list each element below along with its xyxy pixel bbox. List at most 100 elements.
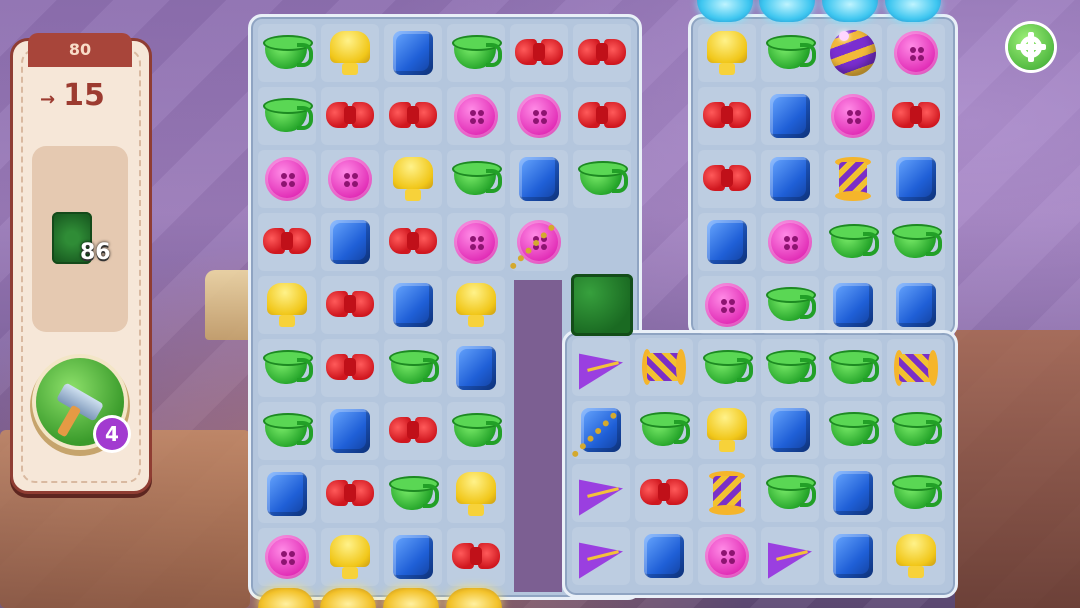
- left-board-cell[interactable]: [319, 85, 381, 147]
- green-cup-piece: [261, 90, 313, 142]
- right-board-cell[interactable]: [696, 211, 758, 273]
- bottom-board-cell[interactable]: [822, 399, 884, 461]
- right-board-cell[interactable]: [759, 274, 821, 336]
- left-board-cell[interactable]: [319, 526, 381, 588]
- right-board-cell[interactable]: [759, 148, 821, 210]
- right-board-cell[interactable]: [822, 211, 884, 273]
- left-board-cell[interactable]: [445, 274, 507, 336]
- settings-button[interactable]: [1008, 24, 1054, 70]
- green-cup-piece: [576, 153, 628, 205]
- right-board-cell[interactable]: [759, 211, 821, 273]
- right-board-cell[interactable]: [696, 85, 758, 147]
- left-board-cell[interactable]: [445, 337, 507, 399]
- right-board-cell[interactable]: [759, 22, 821, 84]
- drop-collector-2: [320, 588, 376, 608]
- green-cup-piece: [261, 405, 313, 457]
- left-board-cell[interactable]: [382, 148, 444, 210]
- left-board-cell[interactable]: [508, 148, 570, 210]
- right-board-cell[interactable]: [696, 148, 758, 210]
- left-board-cell[interactable]: [571, 85, 633, 147]
- bottom-board-cell[interactable]: [759, 525, 821, 587]
- left-board-cell[interactable]: [382, 400, 444, 462]
- bottom-board-cell[interactable]: [633, 462, 695, 524]
- bottom-board-cell[interactable]: [633, 525, 695, 587]
- left-board-cell[interactable]: [319, 211, 381, 273]
- left-board-cell[interactable]: [256, 274, 318, 336]
- right-board-cell[interactable]: [885, 85, 947, 147]
- right-board-cell[interactable]: [822, 22, 884, 84]
- left-board-cell[interactable]: [508, 211, 599, 313]
- green-cup-piece: [387, 468, 439, 520]
- left-board-cell[interactable]: [382, 463, 444, 525]
- left-board-cell[interactable]: [508, 85, 570, 147]
- right-board-cell[interactable]: [759, 85, 821, 147]
- moves-counter: → 15: [40, 78, 130, 113]
- left-board-cell[interactable]: [319, 22, 381, 84]
- left-board-cell[interactable]: [382, 526, 444, 588]
- left-board-cell[interactable]: [256, 22, 318, 84]
- left-board-cell[interactable]: [256, 337, 318, 399]
- left-board-cell[interactable]: [319, 463, 381, 525]
- left-board-cell[interactable]: [382, 337, 444, 399]
- red-bow-piece: [387, 216, 439, 268]
- right-board-cell[interactable]: [696, 274, 758, 336]
- left-board-cell[interactable]: [256, 526, 318, 588]
- bottom-board-cell[interactable]: [633, 336, 695, 398]
- left-board-cell[interactable]: [382, 211, 444, 273]
- left-board-cell[interactable]: [256, 463, 318, 525]
- left-board-cell[interactable]: [445, 526, 507, 588]
- left-board-cell[interactable]: [319, 148, 381, 210]
- bottom-board-cell[interactable]: [759, 399, 821, 461]
- right-board-cell[interactable]: [885, 148, 947, 210]
- right-board-cell[interactable]: [696, 22, 758, 84]
- left-board-cell[interactable]: [256, 211, 318, 273]
- right-board-cell[interactable]: [696, 337, 758, 399]
- bottom-board-cell[interactable]: [633, 399, 695, 461]
- left-board-cell[interactable]: [319, 274, 381, 336]
- bottom-board-cell[interactable]: [822, 525, 884, 587]
- left-board-cell[interactable]: [256, 400, 318, 462]
- right-board-cell[interactable]: [759, 337, 821, 399]
- right-board-cell[interactable]: [885, 337, 947, 399]
- left-board-cell[interactable]: [256, 148, 318, 210]
- bottom-board-cell[interactable]: [885, 399, 947, 461]
- bottom-board-cell[interactable]: [570, 525, 632, 587]
- left-board-cell[interactable]: [445, 22, 507, 84]
- bottom-board-cell[interactable]: [885, 462, 947, 524]
- right-board-cell[interactable]: [822, 85, 884, 147]
- left-board-cell[interactable]: [445, 400, 507, 462]
- left-board-cell[interactable]: [382, 85, 444, 147]
- bottom-board-cell[interactable]: [696, 399, 758, 461]
- left-board-cell[interactable]: [445, 211, 507, 273]
- left-board-cell[interactable]: [445, 148, 507, 210]
- right-board-cell[interactable]: [885, 274, 947, 336]
- left-board-cell[interactable]: [382, 22, 444, 84]
- left-board-cell[interactable]: [319, 400, 381, 462]
- right-board-cell[interactable]: [885, 211, 947, 273]
- left-board-cell[interactable]: [571, 148, 633, 210]
- bottom-board-cell[interactable]: [696, 462, 758, 524]
- left-board-cell[interactable]: [256, 85, 318, 147]
- bottom-board-cell[interactable]: [885, 525, 947, 587]
- green-cup-piece: [827, 216, 879, 268]
- bottom-board-cell[interactable]: [696, 525, 758, 587]
- right-board-cell[interactable]: [822, 337, 884, 399]
- left-board-cell[interactable]: [445, 85, 507, 147]
- left-board-cell[interactable]: [571, 274, 633, 336]
- left-board-cell[interactable]: [382, 274, 444, 336]
- left-board-cell[interactable]: [571, 22, 633, 84]
- right-board-cell[interactable]: [885, 22, 947, 84]
- left-board-cell[interactable]: [445, 463, 507, 525]
- bottom-board-cell[interactable]: [822, 462, 884, 524]
- left-board-cell[interactable]: [508, 22, 570, 84]
- right-board-cell[interactable]: [822, 274, 884, 336]
- green-cup-piece: [261, 27, 313, 79]
- bottom-board-cell[interactable]: [570, 462, 632, 524]
- bottom-board-cell[interactable]: [759, 462, 821, 524]
- striped-spool-horizontal-piece: [638, 341, 690, 393]
- left-board-cell[interactable]: [319, 337, 381, 399]
- right-board-cell[interactable]: [822, 148, 884, 210]
- bottom-board-cell[interactable]: [570, 336, 632, 398]
- red-bow-piece: [890, 90, 942, 142]
- bottom-board-cell[interactable]: [570, 399, 661, 501]
